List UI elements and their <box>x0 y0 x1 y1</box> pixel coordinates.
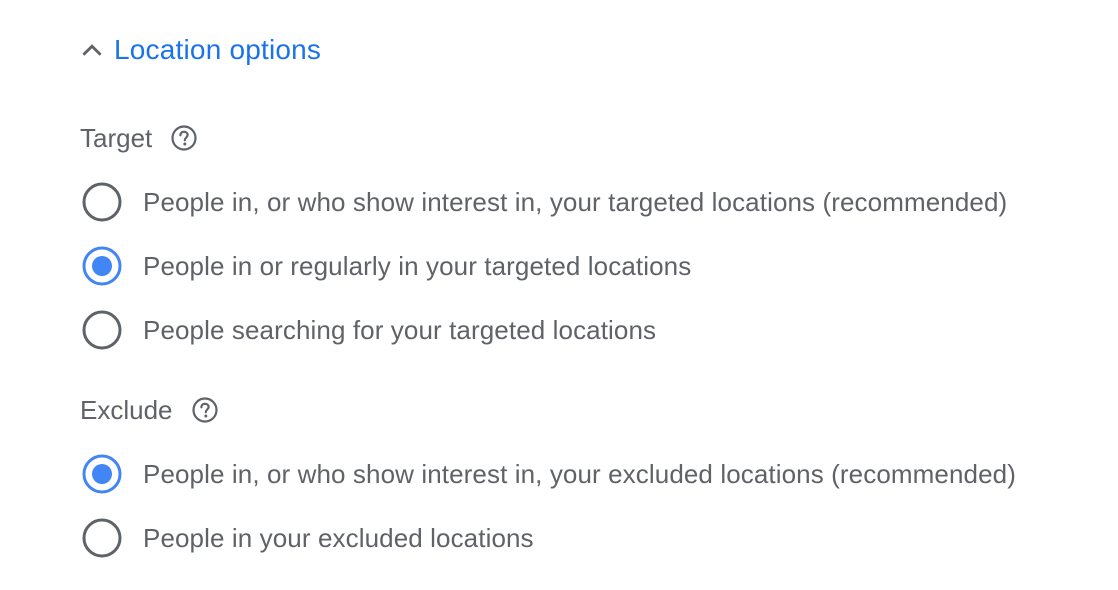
radio-unselected[interactable] <box>80 516 124 560</box>
radio-selected[interactable] <box>80 244 124 288</box>
target-label: Target <box>80 122 153 153</box>
radio-unselected[interactable] <box>80 180 124 224</box>
target-group-label: Target <box>80 120 198 156</box>
target-option-regularly[interactable]: People in or regularly in your targeted … <box>80 242 691 290</box>
option-label: People in or regularly in your targeted … <box>143 250 692 281</box>
option-label: People in your excluded locations <box>143 522 534 553</box>
radio-unselected[interactable] <box>80 308 124 352</box>
section-title: Location options <box>114 34 322 65</box>
chevron-up-icon <box>78 36 106 64</box>
exclude-option-in[interactable]: People in your excluded locations <box>80 514 534 562</box>
exclude-label: Exclude <box>80 394 173 425</box>
radio-selected[interactable] <box>80 452 124 496</box>
target-option-interest[interactable]: People in, or who show interest in, your… <box>80 178 1007 226</box>
exclude-group-label: Exclude <box>80 392 219 428</box>
option-label: People in, or who show interest in, your… <box>143 186 1008 217</box>
help-circle-icon[interactable] <box>191 396 219 424</box>
location-options-toggle[interactable]: Location options <box>78 30 321 70</box>
exclude-option-interest[interactable]: People in, or who show interest in, your… <box>80 450 1016 498</box>
option-label: People in, or who show interest in, your… <box>143 458 1016 489</box>
target-option-searching[interactable]: People searching for your targeted locat… <box>80 306 656 354</box>
option-label: People searching for your targeted locat… <box>143 314 657 345</box>
help-circle-icon[interactable] <box>170 124 198 152</box>
